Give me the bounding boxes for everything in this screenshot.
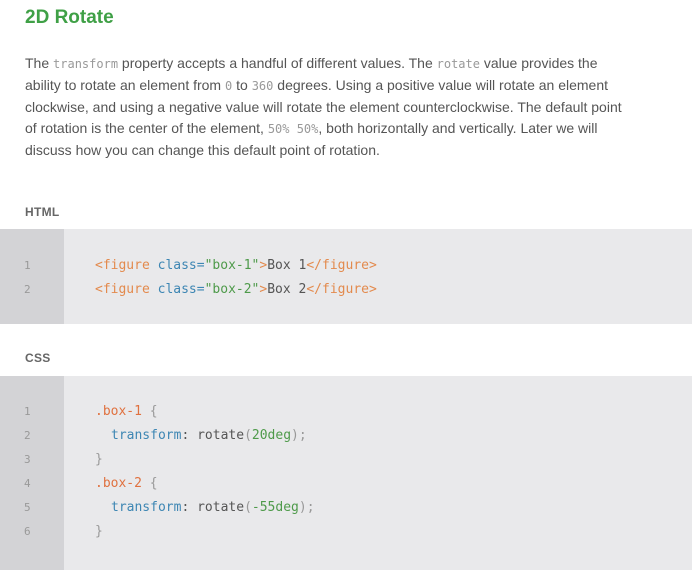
page-title: 2D Rotate (25, 7, 114, 28)
description-paragraph: The transform property accepts a handful… (25, 53, 625, 161)
inline-code-transform: transform (53, 57, 119, 71)
line-number: 1 (24, 405, 31, 418)
html-code-block: 1 <figure class="box-1">Box 1</figure> 2… (0, 229, 692, 324)
line-number: 4 (24, 477, 31, 490)
code-line: 2 transform: rotate(20deg); (0, 424, 692, 448)
line-number: 2 (24, 283, 31, 296)
code-text: .box-1 { (95, 404, 158, 419)
code-text: transform: rotate(20deg); (111, 428, 307, 443)
line-number: 3 (24, 453, 31, 466)
inline-code-360: 360 (251, 79, 274, 93)
code-line: 6 } (0, 520, 692, 544)
inline-code-origin: 50% 50% (267, 122, 319, 136)
code-text: } (95, 452, 103, 467)
line-number: 1 (24, 259, 31, 272)
code-text: transform: rotate(-55deg); (111, 500, 315, 515)
para-text: to (232, 77, 252, 93)
css-section-label: CSS (25, 351, 51, 365)
html-section-label: HTML (25, 205, 60, 219)
code-text: <figure class="box-1">Box 1</figure> (95, 258, 377, 273)
para-text: The (25, 55, 54, 71)
code-line: 2 <figure class="box-2">Box 2</figure> (0, 278, 692, 302)
para-text: property accepts a handful of different … (118, 55, 437, 71)
code-line: 5 transform: rotate(-55deg); (0, 496, 692, 520)
line-number: 5 (24, 501, 31, 514)
css-code-block: 1 .box-1 { 2 transform: rotate(20deg); 3… (0, 376, 692, 570)
line-number: 2 (24, 429, 31, 442)
code-line: 4 .box-2 { (0, 472, 692, 496)
line-number: 6 (24, 525, 31, 538)
inline-code-rotate: rotate (436, 57, 480, 71)
code-text: .box-2 { (95, 476, 158, 491)
code-line: 1 .box-1 { (0, 400, 692, 424)
code-line: 3 } (0, 448, 692, 472)
code-text: } (95, 524, 103, 539)
code-text: <figure class="box-2">Box 2</figure> (95, 282, 377, 297)
code-line: 1 <figure class="box-1">Box 1</figure> (0, 254, 692, 278)
